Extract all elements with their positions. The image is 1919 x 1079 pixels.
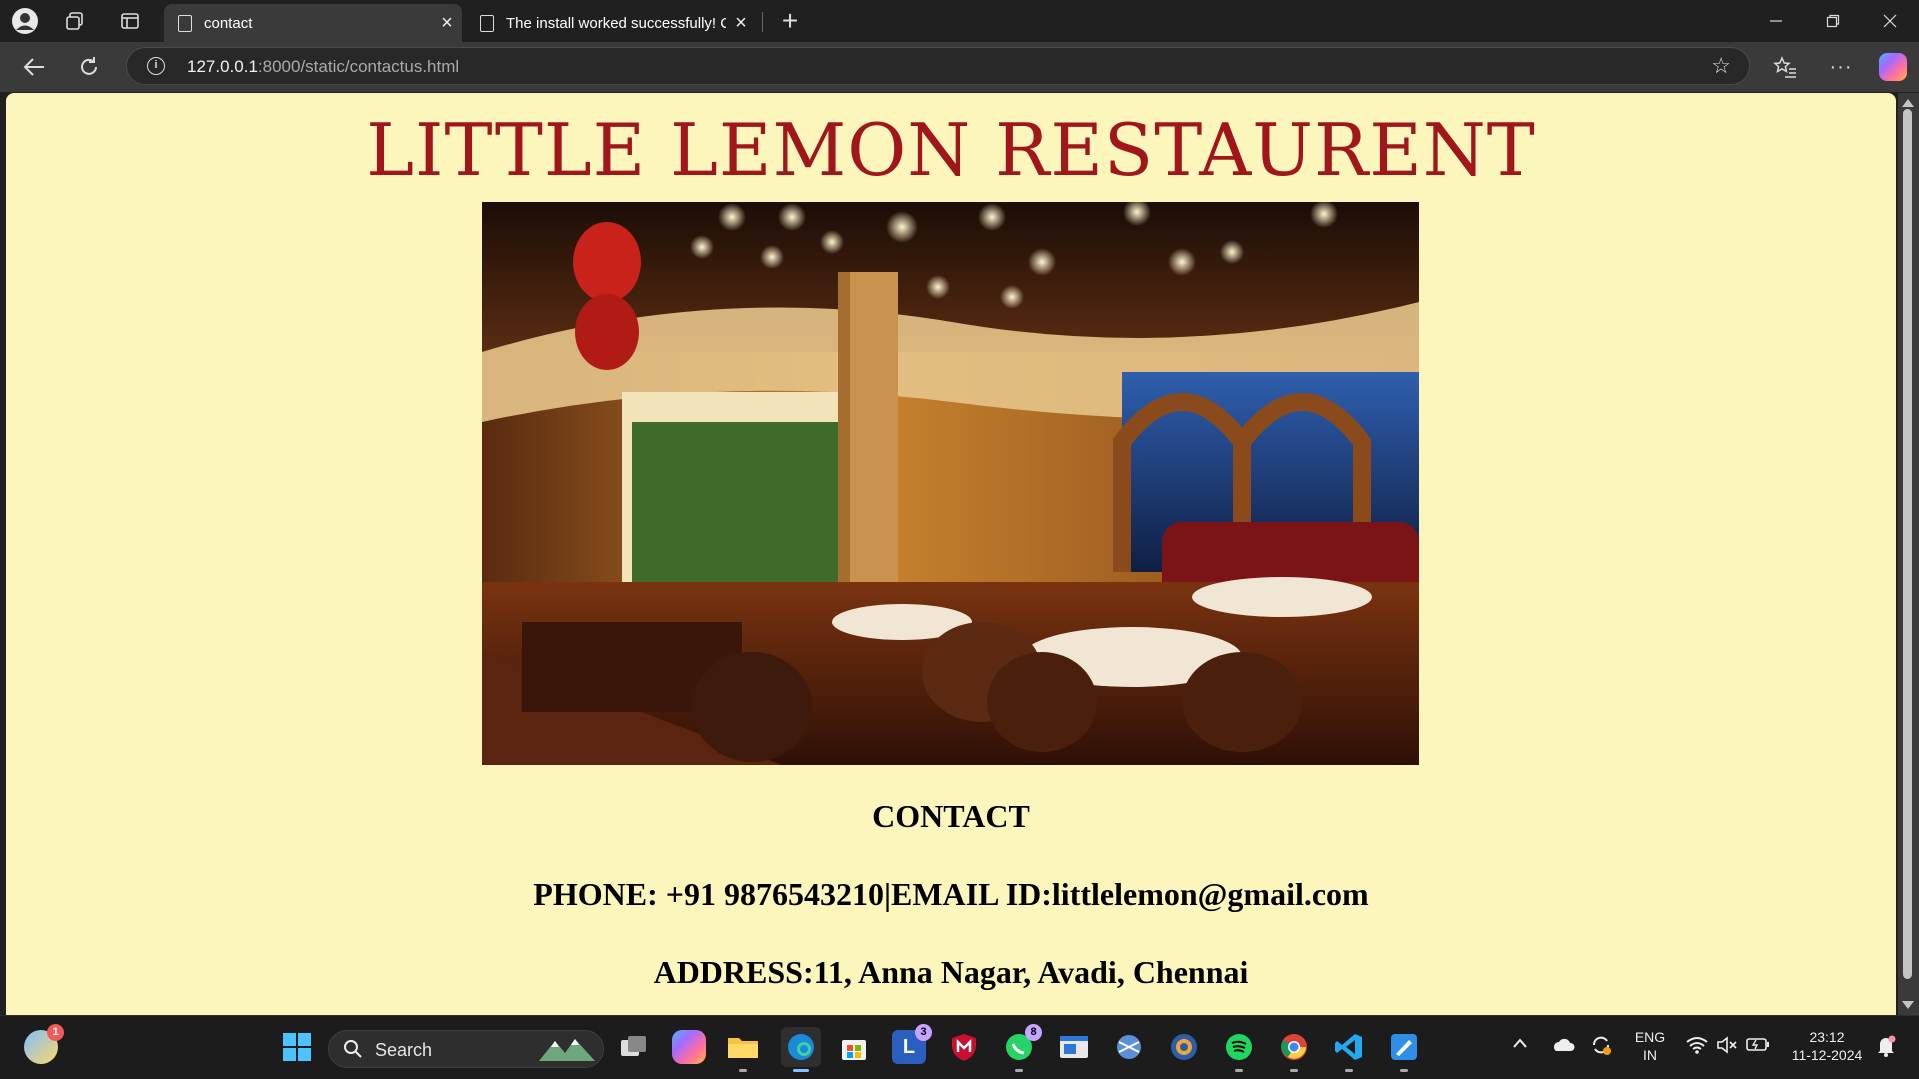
tab-divider (762, 12, 763, 32)
whatsapp-icon[interactable]: 8 (1002, 1024, 1042, 1072)
running-indicator (739, 1069, 747, 1072)
profile-icon[interactable] (12, 8, 38, 34)
url-text[interactable]: 127.0.0.1:8000/static/contactus.html (187, 57, 459, 77)
address-line: ADDRESS:11, Anna Nagar, Avadi, Chennai (653, 954, 1249, 990)
site-info-icon[interactable]: i (147, 57, 165, 75)
running-indicator (793, 1069, 809, 1072)
browser-title-bar: contact × The install worked successfull… (0, 0, 1919, 42)
page-viewport: LITTLE LEMON RESTAURENT CONTACT PHONE: +… (6, 93, 1896, 1015)
favorite-star-icon[interactable]: ☆ (1711, 53, 1731, 79)
language-indicator[interactable]: ENG IN (1630, 1028, 1670, 1064)
favorites-icon[interactable] (1772, 54, 1798, 80)
tab-install-worked[interactable]: The install worked successfully! Co × (466, 4, 756, 42)
search-icon (344, 1040, 362, 1058)
workspaces-icon[interactable] (64, 10, 86, 32)
battery-icon[interactable] (1746, 1036, 1770, 1056)
scroll-up-icon[interactable] (1902, 99, 1914, 107)
network-app-icon[interactable] (1112, 1030, 1146, 1064)
antivirus-icon[interactable] (947, 1030, 981, 1064)
running-indicator (1015, 1069, 1023, 1072)
volume-muted-icon[interactable] (1716, 1036, 1738, 1058)
wifi-icon[interactable] (1686, 1036, 1708, 1058)
vertical-tabs-icon[interactable] (119, 10, 141, 32)
page-scrollbar[interactable] (1898, 93, 1919, 1015)
url-path: :8000/static/contactus.html (257, 57, 460, 76)
url-host: 127.0.0.1 (187, 57, 258, 76)
close-tab-icon[interactable]: × (726, 12, 756, 35)
taskbar-search-box[interactable]: Search (328, 1030, 604, 1068)
vscode-icon[interactable] (1332, 1030, 1366, 1072)
paint-app-icon[interactable] (1387, 1030, 1421, 1072)
page-icon (178, 14, 192, 32)
spotify-icon[interactable] (1222, 1030, 1256, 1072)
clock-time: 23:12 (1809, 1029, 1845, 1045)
running-indicator (1235, 1069, 1243, 1072)
app-window-icon[interactable] (1057, 1030, 1091, 1064)
store-icon[interactable] (837, 1030, 871, 1064)
back-icon[interactable] (20, 54, 48, 80)
contact-heading: CONTACT (872, 798, 1030, 834)
show-hidden-icons-chevron[interactable] (1512, 1036, 1528, 1054)
language-code: ENG (1634, 1029, 1666, 1045)
clock[interactable]: 23:12 11-12-2024 (1784, 1028, 1870, 1064)
running-indicator (1290, 1069, 1298, 1072)
file-explorer-icon[interactable] (726, 1030, 760, 1072)
windows-taskbar: 1 Search L 3 8 ENG IN 23:12 11-12-2024 (0, 1015, 1919, 1079)
tab-label: The install worked successfully! Co (506, 14, 726, 32)
sync-icon[interactable] (1590, 1034, 1612, 1060)
notification-bell-icon[interactable] (1876, 1035, 1896, 1061)
running-indicator (1400, 1069, 1408, 1072)
page-title: LITTLE LEMON RESTAURENT (366, 108, 1536, 192)
search-highlight-icon (539, 1039, 595, 1061)
scrollbar-thumb[interactable] (1903, 109, 1912, 979)
refresh-icon[interactable] (76, 54, 102, 80)
close-tab-icon[interactable]: × (432, 12, 462, 35)
notification-badge: 3 (915, 1024, 932, 1041)
restore-button[interactable] (1805, 0, 1861, 42)
region-code: IN (1643, 1047, 1657, 1063)
clock-date: 11-12-2024 (1791, 1047, 1863, 1063)
minimize-button[interactable] (1748, 0, 1804, 42)
close-window-button[interactable] (1862, 0, 1918, 42)
copilot-icon[interactable] (1879, 53, 1907, 81)
weather-widget-icon[interactable]: 1 (24, 1024, 64, 1064)
address-bar[interactable]: i 127.0.0.1:8000/static/contactus.html ☆ (126, 47, 1750, 85)
copilot-taskbar-icon[interactable] (672, 1030, 706, 1064)
running-indicator (1345, 1069, 1353, 1072)
page-icon (480, 14, 494, 32)
teams-icon[interactable]: L 3 (892, 1024, 932, 1064)
notification-badge: 1 (47, 1024, 64, 1041)
task-view-icon[interactable] (617, 1030, 651, 1064)
edge-browser-icon[interactable] (781, 1027, 821, 1072)
more-menu-icon[interactable]: ··· (1828, 54, 1854, 80)
browser-toolbar: i 127.0.0.1:8000/static/contactus.html ☆… (0, 42, 1919, 92)
search-label: Search (375, 1040, 433, 1060)
phone-email-line: PHONE: +91 9876543210|EMAIL ID:littlelem… (533, 876, 1369, 912)
scroll-down-icon[interactable] (1902, 1001, 1914, 1009)
restaurant-photo (482, 202, 1419, 765)
tab-label: contact (204, 14, 253, 32)
onedrive-icon[interactable] (1551, 1036, 1575, 1056)
start-icon[interactable] (280, 1030, 314, 1064)
tab-contact[interactable]: contact × (164, 4, 462, 42)
notification-badge: 8 (1025, 1024, 1042, 1041)
new-tab-icon[interactable]: + (776, 5, 804, 36)
chrome-icon[interactable] (1277, 1030, 1311, 1072)
globe-app-icon[interactable] (1167, 1030, 1201, 1064)
